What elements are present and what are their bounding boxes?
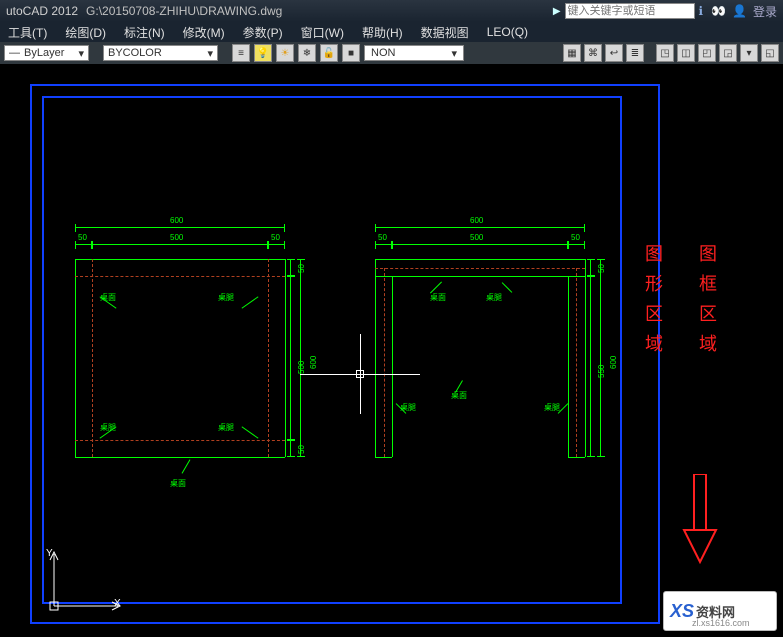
- chevron-down-icon: ▾: [451, 47, 457, 60]
- linetype-value: ByLayer: [24, 47, 64, 59]
- ucs-x: X: [114, 598, 121, 609]
- lbl-l4: 桌腿: [218, 422, 234, 433]
- menu-draw[interactable]: 绘图(D): [65, 24, 106, 41]
- layer-name-select[interactable]: NON ▾: [364, 45, 464, 61]
- label-tuxing-quyu: 图形区域: [640, 244, 666, 364]
- r-top-under: [375, 276, 585, 277]
- r-dashed-r: [576, 268, 577, 457]
- dim-left-50bt: 50: [290, 440, 291, 457]
- vp-icon-2[interactable]: ◫: [677, 44, 695, 62]
- left-dashed-r: [268, 259, 269, 457]
- red-down-arrow: [680, 474, 720, 564]
- r-leg-r-bot: [568, 457, 585, 458]
- paper-frame-inner: [42, 96, 622, 604]
- menu-param[interactable]: 参数(P): [243, 24, 283, 41]
- layer-state-icon[interactable]: ≣: [626, 44, 644, 62]
- dim-r-600: 600: [375, 227, 585, 228]
- left-dashed-l: [92, 259, 93, 457]
- lbl-l2: 桌腿: [218, 292, 234, 303]
- left-left-edge: [75, 259, 76, 457]
- ucs-y: Y: [46, 548, 53, 559]
- lbl-l5: 桌面: [170, 478, 186, 489]
- bulb-icon[interactable]: 💡: [254, 44, 272, 62]
- left-dashed-top: [75, 276, 285, 277]
- dim-left-50b: 50: [268, 244, 285, 245]
- menubar: 工具(T) 绘图(D) 标注(N) 修改(M) 参数(P) 窗口(W) 帮助(H…: [0, 22, 783, 42]
- vp-icon-6[interactable]: ◱: [761, 44, 779, 62]
- chevron-down-icon: ▾: [207, 47, 213, 60]
- freeze-icon[interactable]: ❄: [298, 44, 316, 62]
- vp-icon-5[interactable]: ▾: [740, 44, 758, 62]
- binoculars-icon[interactable]: 👀: [711, 4, 726, 18]
- left-dashed-bot: [75, 440, 285, 441]
- lbl-r1: 桌面: [430, 292, 446, 303]
- r-leg-l-bot: [375, 457, 392, 458]
- menu-window[interactable]: 窗口(W): [301, 24, 344, 41]
- dim-left-50a: 50: [75, 244, 92, 245]
- menu-modify[interactable]: 修改(M): [183, 24, 225, 41]
- layer-iso-icon[interactable]: ▦: [563, 44, 581, 62]
- search-arrow-icon: ▶: [553, 6, 561, 17]
- color-select[interactable]: BYCOLOR ▾: [103, 45, 218, 61]
- sun-icon[interactable]: ☀: [276, 44, 294, 62]
- dim-left-500v: 500: [290, 276, 291, 440]
- left-bot-edge: [75, 457, 285, 458]
- toolbars: — ByLayer ▾ BYCOLOR ▾ ≡ 💡 ☀ ❄ 🔓 ■ NON ▾ …: [0, 42, 783, 64]
- vp-icon-1[interactable]: ◳: [656, 44, 674, 62]
- label-tukuang-quyu: 图框区域: [694, 244, 720, 364]
- layer-match-icon[interactable]: ⌘: [584, 44, 602, 62]
- watermark-logo: XS 资料网 zl.xs1616.com: [663, 591, 777, 631]
- dim-r-500: 500: [392, 244, 568, 245]
- layer-color-icon[interactable]: ■: [342, 44, 360, 62]
- dim-left-600v: 600: [300, 259, 301, 457]
- search-input[interactable]: [565, 3, 695, 19]
- login-text[interactable]: 登录: [753, 3, 777, 20]
- lock-icon[interactable]: 🔓: [320, 44, 338, 62]
- lbl-r5: 桌面: [451, 390, 467, 401]
- dim-left-500: 500: [92, 244, 268, 245]
- r-leg-l-in: [392, 276, 393, 457]
- r-leg-r-out: [585, 259, 586, 457]
- r-leg-l-out: [375, 259, 376, 457]
- vp-icon-3[interactable]: ◰: [698, 44, 716, 62]
- menu-leo[interactable]: LEO(Q): [487, 25, 528, 39]
- dim-left-50t: 50: [290, 259, 291, 276]
- menu-help[interactable]: 帮助(H): [362, 24, 403, 41]
- left-top-edge: [75, 259, 285, 260]
- file-path: G:\20150708-ZHIHU\DRAWING.dwg: [86, 4, 282, 18]
- dim-r-600v: 600: [600, 259, 601, 457]
- chevron-down-icon: ▾: [78, 47, 84, 60]
- dim-r-550v: 550: [590, 276, 591, 457]
- app-name: utoCAD 2012: [6, 4, 78, 18]
- layer-prev-icon[interactable]: ↩: [605, 44, 623, 62]
- dim-r-50a: 50: [375, 244, 392, 245]
- r-leg-r-in: [568, 276, 569, 457]
- logo-url: zl.xs1616.com: [692, 618, 750, 628]
- r-dashed-l: [384, 268, 385, 457]
- layer-props-icon[interactable]: ≡: [232, 44, 250, 62]
- left-right-edge: [285, 259, 286, 457]
- dim-r-50b: 50: [568, 244, 585, 245]
- color-value: BYCOLOR: [108, 47, 162, 59]
- user-icon[interactable]: 👤: [732, 4, 747, 18]
- info-icon[interactable]: ℹ: [699, 4, 704, 18]
- linetype-select[interactable]: — ByLayer ▾: [4, 45, 89, 61]
- lbl-r2: 桌腿: [486, 292, 502, 303]
- dim-r-50t: 50: [590, 259, 591, 276]
- menu-dataview[interactable]: 数据视图: [421, 24, 469, 41]
- titlebar: utoCAD 2012 G:\20150708-ZHIHU\DRAWING.dw…: [0, 0, 783, 22]
- menu-dimension[interactable]: 标注(N): [124, 24, 165, 41]
- dim-left-top-600: 600: [75, 227, 285, 228]
- search-container: ▶ ℹ: [553, 3, 703, 19]
- menu-tools[interactable]: 工具(T): [8, 24, 47, 41]
- user-area: 👀 👤 登录: [711, 3, 777, 20]
- r-dashed-top: [375, 268, 585, 269]
- logo-xs: XS: [670, 601, 694, 622]
- drawing-canvas[interactable]: 图形区域 图框区域 600 50 500 50 600 500 50 50 桌面…: [0, 64, 783, 637]
- r-top: [375, 259, 585, 260]
- vp-icon-4[interactable]: ◲: [719, 44, 737, 62]
